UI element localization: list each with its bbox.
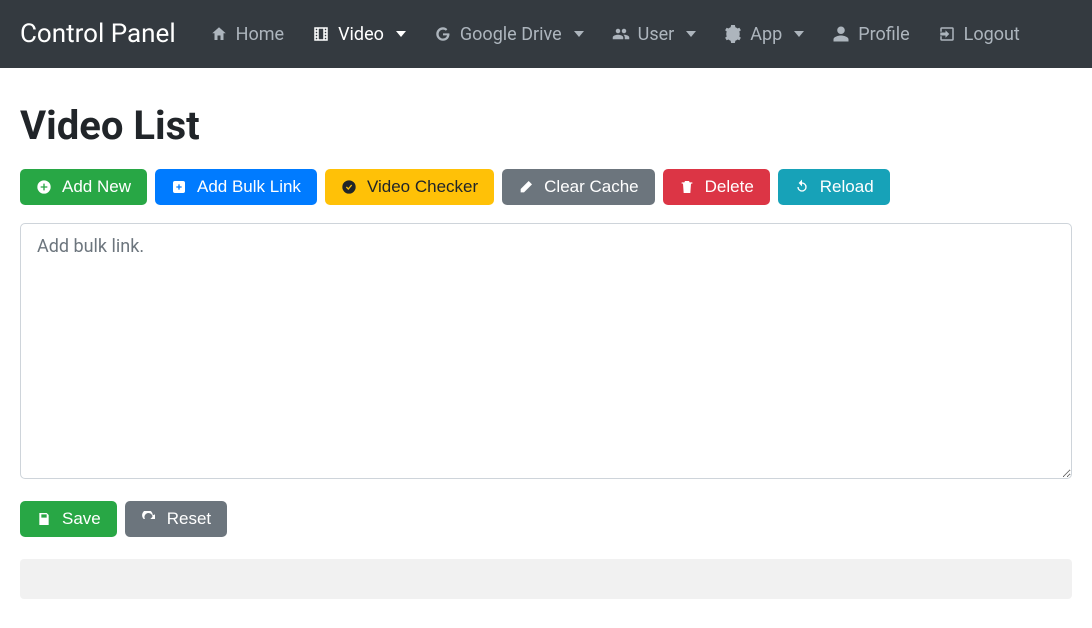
results-card [20, 559, 1072, 599]
brand[interactable]: Control Panel [20, 19, 176, 49]
nav-video[interactable]: Video [300, 16, 418, 53]
plus-square-icon [171, 179, 187, 195]
user-icon [832, 25, 850, 43]
reload-button[interactable]: Reload [778, 169, 890, 205]
nav-gdrive-label: Google Drive [460, 24, 562, 45]
save-button[interactable]: Save [20, 501, 117, 537]
google-g-icon [434, 25, 452, 43]
delete-label: Delete [705, 177, 754, 197]
caret-down-icon [686, 31, 696, 37]
refresh-icon [141, 511, 157, 527]
home-icon [210, 25, 228, 43]
film-icon [312, 25, 330, 43]
video-checker-button[interactable]: Video Checker [325, 169, 494, 205]
add-bulk-label: Add Bulk Link [197, 177, 301, 197]
nav-app-label: App [750, 24, 782, 45]
bulk-link-input[interactable] [20, 223, 1072, 479]
toolbar: Add New Add Bulk Link Video Checker Clea… [20, 169, 1072, 205]
nav-home-label: Home [236, 24, 284, 45]
reset-button[interactable]: Reset [125, 501, 227, 537]
plus-circle-icon [36, 179, 52, 195]
caret-down-icon [574, 31, 584, 37]
add-new-button[interactable]: Add New [20, 169, 147, 205]
add-new-label: Add New [62, 177, 131, 197]
nav-profile[interactable]: Profile [820, 16, 921, 53]
reset-label: Reset [167, 509, 211, 529]
page-title: Video List [20, 102, 1072, 149]
nav-app[interactable]: App [712, 16, 816, 53]
add-bulk-link-button[interactable]: Add Bulk Link [155, 169, 317, 205]
delete-button[interactable]: Delete [663, 169, 770, 205]
check-circle-icon [341, 179, 357, 195]
video-checker-label: Video Checker [367, 177, 478, 197]
nav-logout-label: Logout [964, 24, 1020, 45]
navbar: Control Panel Home Video Google Drive Us… [0, 0, 1092, 68]
lower-toolbar: Save Reset [20, 501, 1072, 537]
nav-home[interactable]: Home [198, 16, 296, 53]
eraser-icon [518, 179, 534, 195]
page-container: Video List Add New Add Bulk Link Video C… [0, 68, 1092, 617]
nav-logout[interactable]: Logout [926, 16, 1032, 53]
trash-icon [679, 179, 695, 195]
nav-video-label: Video [338, 24, 384, 45]
nav-user-label: User [638, 24, 675, 45]
caret-down-icon [396, 31, 406, 37]
nav-profile-label: Profile [858, 24, 909, 45]
clear-cache-label: Clear Cache [544, 177, 639, 197]
cogs-icon [724, 25, 742, 43]
reload-label: Reload [820, 177, 874, 197]
sync-icon [794, 179, 810, 195]
sign-out-icon [938, 25, 956, 43]
caret-down-icon [794, 31, 804, 37]
nav-user[interactable]: User [600, 16, 709, 53]
save-icon [36, 511, 52, 527]
users-icon [612, 25, 630, 43]
nav-google-drive[interactable]: Google Drive [422, 16, 596, 53]
clear-cache-button[interactable]: Clear Cache [502, 169, 655, 205]
save-label: Save [62, 509, 101, 529]
